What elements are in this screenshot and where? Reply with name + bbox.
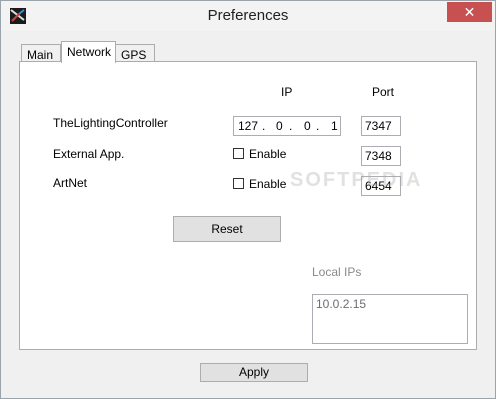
watermark: SOFTPEDIA bbox=[290, 169, 423, 191]
port-field-external-app[interactable]: 7348 bbox=[361, 146, 401, 166]
close-button[interactable]: ✕ bbox=[447, 2, 492, 22]
close-icon: ✕ bbox=[463, 4, 476, 20]
row-label-external-app: External App. bbox=[53, 147, 125, 161]
tab-network-label: Network bbox=[67, 45, 112, 59]
port-field-lighting-controller[interactable]: 7347 bbox=[361, 116, 401, 136]
row-label-lighting-controller: TheLightingController bbox=[53, 116, 168, 130]
tab-main-label: Main bbox=[27, 48, 54, 62]
port-field-artnet[interactable]: 6454 bbox=[361, 176, 401, 196]
artnet-enable-checkbox[interactable] bbox=[233, 178, 244, 189]
ip-octet-2: 0 bbox=[276, 119, 283, 133]
tab-network[interactable]: Network bbox=[61, 41, 116, 63]
window-title: Preferences bbox=[207, 7, 289, 24]
port-column-header: Port bbox=[372, 85, 395, 99]
row-label-artnet: ArtNet bbox=[53, 176, 88, 190]
ip-octet-4: 1 bbox=[331, 119, 338, 133]
ip-octet-1: 127 bbox=[238, 119, 259, 133]
preferences-window: Preferences ✕ Main Network GPS SOFTPEDIA… bbox=[0, 0, 496, 399]
reset-button[interactable]: Reset bbox=[173, 216, 281, 242]
ip-octet-3: 0 bbox=[304, 119, 311, 133]
external-app-enable-label[interactable]: Enable bbox=[249, 147, 286, 161]
ip-address-field[interactable]: 127 . 0 . 0 . 1 bbox=[233, 116, 341, 136]
ip-column-header: IP bbox=[281, 85, 293, 99]
local-ips-list[interactable]: 10.0.2.15 bbox=[312, 294, 468, 344]
artnet-enable-label[interactable]: Enable bbox=[249, 177, 286, 191]
apply-button[interactable]: Apply bbox=[200, 363, 308, 382]
network-panel: SOFTPEDIA IP Port TheLightingController … bbox=[19, 61, 477, 350]
external-app-enable-checkbox[interactable] bbox=[233, 148, 244, 159]
title-bar[interactable]: Preferences ✕ bbox=[1, 1, 495, 31]
local-ips-label: Local IPs bbox=[312, 265, 362, 279]
tab-gps-label: GPS bbox=[121, 48, 147, 62]
